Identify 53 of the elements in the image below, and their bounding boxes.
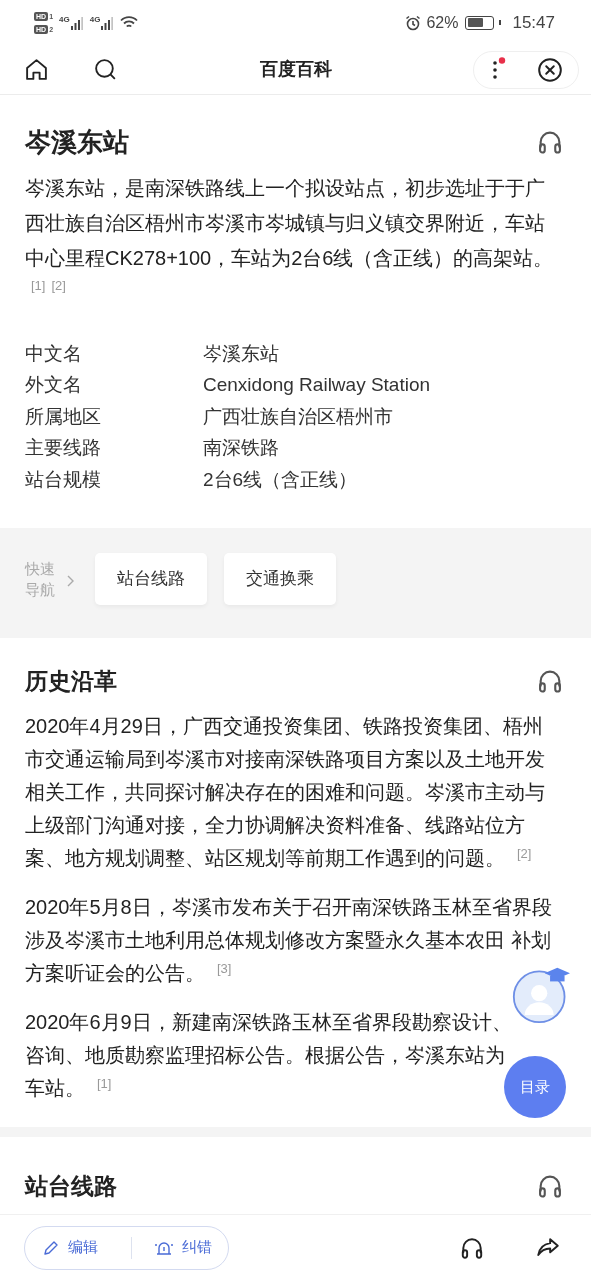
quick-nav-label: 导航 [25, 579, 55, 600]
reference-link[interactable]: [3] [217, 960, 232, 976]
paragraph-text: 案、地方规划调整、站区规划等前期工作遇到的问题。 [2] [25, 844, 532, 871]
info-label: 主要线路 [25, 436, 102, 460]
battery-icon [465, 15, 495, 30]
alarm-icon [405, 14, 422, 31]
info-value: 南深铁路 [203, 436, 279, 460]
network-label: 4G [59, 15, 70, 24]
chevron-right-icon [65, 573, 75, 588]
paragraph-text: 2020年4月29日，广西交通投资集团、铁路投资集团、梧州 [25, 713, 543, 739]
paragraph-text: 方案听证会的公告。 [3] [25, 959, 232, 986]
quick-nav-link[interactable]: 站台线路 [95, 552, 207, 605]
action-button[interactable]: 纠错 [153, 1236, 212, 1259]
signal-icon [100, 15, 115, 30]
search-icon[interactable] [93, 57, 118, 82]
home-icon[interactable] [24, 57, 49, 82]
reference-link[interactable]: [2] [51, 276, 66, 296]
info-label: 所属地区 [25, 404, 102, 429]
info-value: Cenxidong Railway Station [203, 373, 431, 397]
paragraph-text: 市交通运输局到岑溪市对接南深铁路项目方案以及土地开发 [25, 746, 545, 772]
section-title: 站台线路 [25, 1171, 117, 1201]
avatar-icon[interactable] [512, 966, 570, 1024]
quick-nav-label: 快速 [25, 558, 55, 579]
section-title: 历史沿革 [25, 666, 117, 696]
reference-link[interactable]: [2] [517, 845, 532, 861]
toc-button[interactable]: 目录 [504, 1056, 566, 1118]
info-label: 站台规模 [25, 467, 102, 492]
info-label: 中文名 [25, 341, 83, 366]
close-icon[interactable] [536, 56, 563, 83]
summary-text: 岑溪东站，是南深铁路线上一个拟设站点，初步选址于于广 [25, 176, 545, 201]
action-button[interactable]: 编辑 [41, 1236, 98, 1259]
signal-icon [69, 15, 84, 30]
summary-text: 西壮族自治区梧州市岑溪市岑城镇与归义镇交界附近，车站 [25, 211, 545, 236]
paragraph-text: 上级部门沟通对接，全力协调解决资料准备、线路站位方 [25, 812, 525, 838]
paragraph-text: 相关工作，共同探讨解决存在的困难和问题。岑溪市主动与 [25, 779, 545, 805]
page-title: 百度百科 [259, 58, 332, 81]
network-label: 4G [89, 15, 101, 24]
paragraph-text: 车站。 [1] [25, 1074, 112, 1101]
info-label: 外文名 [25, 373, 83, 397]
battery-percent: 62% [426, 12, 459, 33]
clock: 15:47 [512, 11, 555, 34]
article-title: 岑溪东站 [25, 126, 129, 159]
info-value: 广西壮族自治区梧州市 [203, 404, 393, 429]
reference-link[interactable]: [1] [31, 276, 46, 296]
paragraph-text: 咨询、地质勘察监理招标公告。根据公告，岑溪东站为 [25, 1042, 505, 1068]
info-value: 岑溪东站 [203, 341, 279, 366]
paragraph-text: 2020年6月9日，新建南深铁路玉林至省界段勘察设计、 [25, 1009, 512, 1035]
paragraph-text: 2020年5月8日，岑溪市发布关于召开南深铁路玉林至省界段 [25, 894, 552, 920]
quick-nav-link[interactable]: 交通换乘 [224, 552, 336, 605]
paragraph-text: 涉及岑溪市土地利用总体规划修改方案暨永久基本农田 补划 [25, 927, 551, 953]
reference-link[interactable]: [1] [97, 1075, 112, 1091]
info-value: 2台6线（含正线） [203, 467, 358, 492]
summary-text: 中心里程CK278+100，车站为2台6线（含正线）的高架站。 [25, 246, 554, 271]
